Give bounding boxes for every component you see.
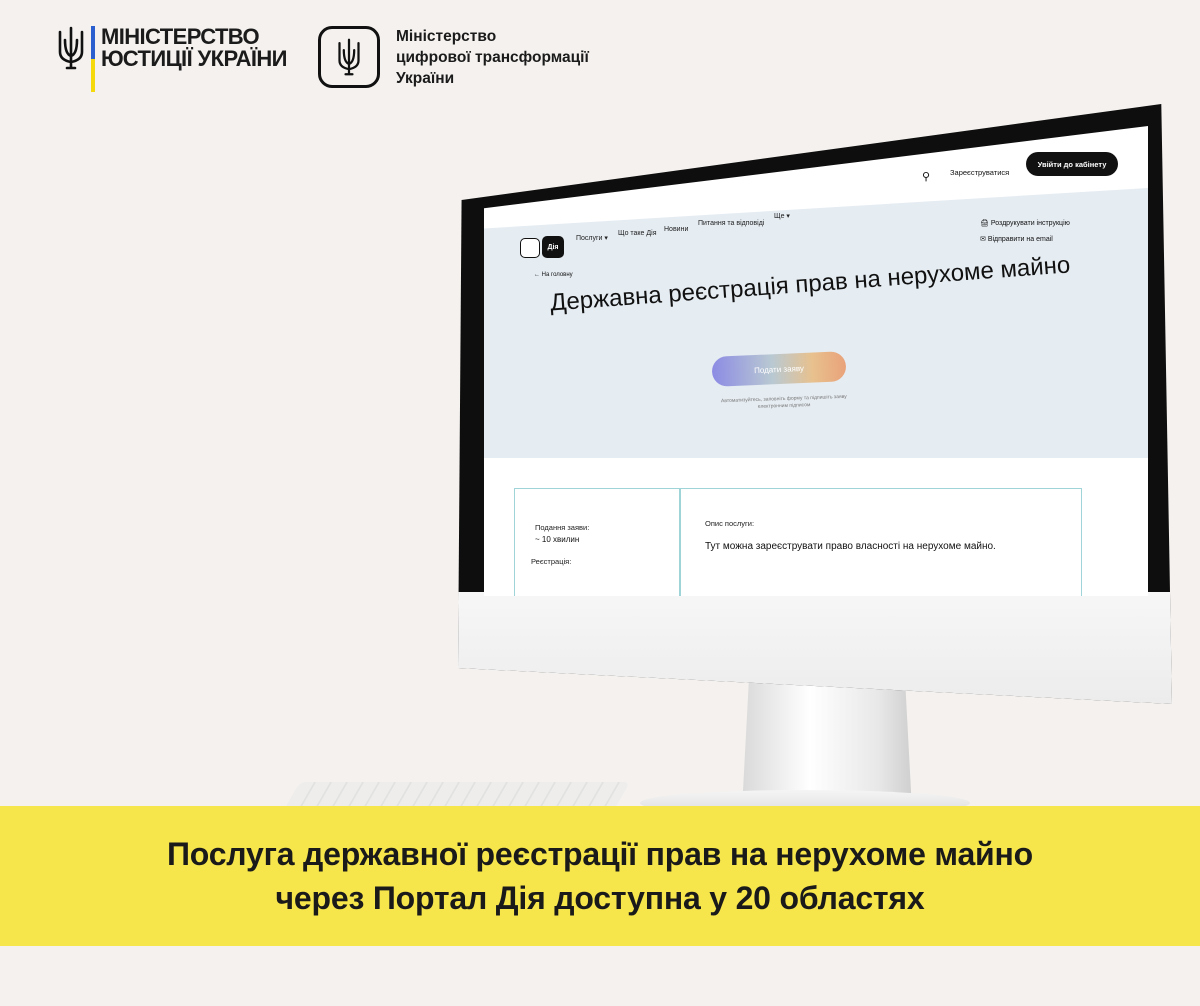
login-button[interactable]: Увійти до кабінету xyxy=(1026,152,1118,176)
service-description-label: Опис послуги: xyxy=(705,519,755,528)
print-instructions-link[interactable]: 🖨 Роздрукувати інструкцію xyxy=(980,216,1070,232)
gov-emblem-icon[interactable] xyxy=(520,238,540,258)
card-divider xyxy=(679,489,681,596)
ministry-of-justice-logo: МІНІСТЕРСТВО ЮСТИЦІЇ УКРАЇНИ xyxy=(56,26,287,92)
flag-bar xyxy=(91,26,95,92)
registration-label: Реєстрація: xyxy=(531,557,572,566)
headline-line2: через Портал Дія доступна у 20 областях xyxy=(275,880,925,916)
submit-time-value: ~ 10 хвилин xyxy=(535,535,580,544)
mdt-emblem xyxy=(318,26,380,88)
moj-title-line2: ЮСТИЦІЇ УКРАЇНИ xyxy=(101,46,287,71)
moj-title: МІНІСТЕРСТВО ЮСТИЦІЇ УКРАЇНИ xyxy=(101,26,287,70)
trident-icon xyxy=(338,38,360,76)
side-links: 🖨 Роздрукувати інструкцію ✉ Відправити н… xyxy=(980,216,1070,248)
submit-time-label: Подання заяви: xyxy=(535,523,590,532)
send-email-label: Відправити на email xyxy=(987,236,1053,243)
nav-item-about[interactable]: Що таке Дія xyxy=(618,230,657,237)
mdt-title: Міністерство цифрової трансформації Укра… xyxy=(396,26,589,89)
monitor: Дія Послуги ▾ Що таке Дія Новини Питання… xyxy=(458,104,1172,704)
diia-logo[interactable]: Дія xyxy=(542,236,564,258)
trident-icon xyxy=(58,26,84,70)
nav-item-faq[interactable]: Питання та відповіді xyxy=(698,220,764,227)
moj-title-line1: МІНІСТЕРСТВО xyxy=(101,24,260,49)
headline-banner: Послуга державної реєстрації прав на нер… xyxy=(0,806,1200,946)
ministry-of-digital-transformation-logo: Міністерство цифрової трансформації Укра… xyxy=(318,26,589,89)
mdt-title-line2: цифрової трансформації xyxy=(396,49,589,66)
mdt-title-line1: Міністерство xyxy=(396,28,497,45)
search-icon[interactable]: ⚲ xyxy=(922,170,930,183)
send-email-link[interactable]: ✉ Відправити на email xyxy=(980,232,1070,248)
monitor-screen: Дія Послуги ▾ Що таке Дія Новини Питання… xyxy=(484,126,1148,596)
nav-item-services[interactable]: Послуги ▾ xyxy=(576,234,608,242)
service-info-card: Подання заяви: ~ 10 хвилин Реєстрація: О… xyxy=(514,488,1082,596)
mdt-title-line3: України xyxy=(396,70,455,87)
service-description-text: Тут можна зареєструвати право власності … xyxy=(705,541,996,552)
back-link[interactable]: ← На головну xyxy=(534,272,573,278)
register-link[interactable]: Зареєструватися xyxy=(950,168,1009,177)
print-instructions-label: Роздрукувати інструкцію xyxy=(990,220,1070,227)
nav-item-news[interactable]: Новини xyxy=(664,226,688,233)
apply-button[interactable]: Подати заяву xyxy=(711,351,847,387)
nav-item-more[interactable]: Ще ▾ xyxy=(774,212,790,220)
headline-line1: Послуга державної реєстрації прав на нер… xyxy=(166,836,1034,872)
back-link-label: На головну xyxy=(541,272,573,278)
